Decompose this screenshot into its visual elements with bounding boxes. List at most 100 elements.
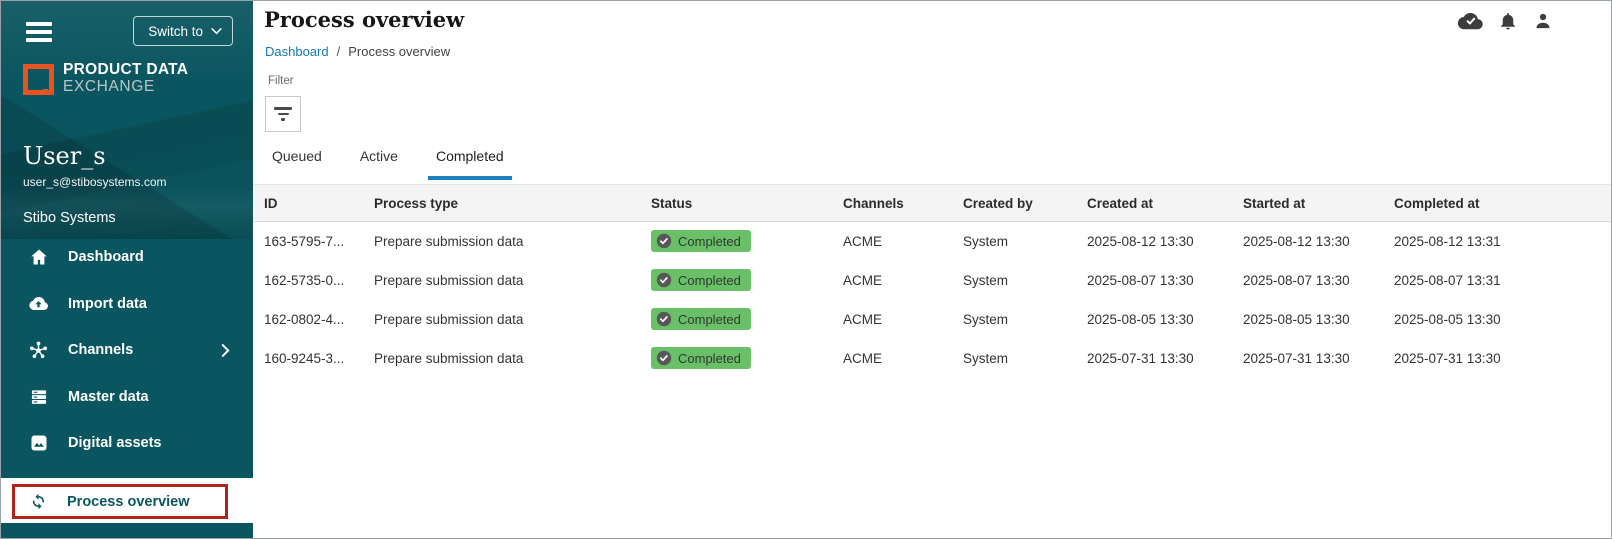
column-header-channels: Channels [832,185,952,222]
chevron-down-icon [211,28,222,35]
cell-created-at: 2025-08-05 13:30 [1076,300,1232,339]
sidebar-bottom-strip [1,523,253,538]
sidebar-item-label: Import data [68,296,147,312]
process-table: ID Process type Status Channels Created … [253,184,1611,378]
sidebar-item-label: Channels [68,342,133,358]
column-header-process-type: Process type [363,185,640,222]
column-header-created-at: Created at [1076,185,1232,222]
breadcrumb-separator: / [337,44,341,59]
user-name: User_s [23,142,167,170]
brand-logo: PRODUCT DATA EXCHANGE [23,61,188,95]
cell-created-at: 2025-08-12 13:30 [1076,222,1232,261]
image-icon [28,433,49,454]
cloud-upload-icon [28,293,49,314]
chevron-right-icon [221,344,230,357]
cell-completed-at: 2025-08-07 13:31 [1383,261,1611,300]
cloud-check-icon[interactable] [1457,10,1483,32]
sidebar-item-label: Master data [68,389,149,405]
hub-icon [28,340,49,361]
cell-started-at: 2025-08-07 13:30 [1232,261,1383,300]
cell-created-by: System [952,222,1076,261]
filter-button[interactable] [265,96,301,132]
switch-to-button[interactable]: Switch to [133,16,233,46]
sidebar-item-digital-assets[interactable]: Digital assets [1,420,253,467]
cell-completed-at: 2025-08-05 13:30 [1383,300,1611,339]
sidebar-item-label: Digital assets [68,435,162,451]
brand-name-line2: EXCHANGE [63,78,188,95]
table-row[interactable]: 162-5735-0... Prepare submission data Co… [253,261,1611,300]
sidebar-item-channels[interactable]: Channels [1,327,253,374]
cell-started-at: 2025-08-12 13:30 [1232,222,1383,261]
column-header-created-by: Created by [952,185,1076,222]
cell-started-at: 2025-07-31 13:30 [1232,339,1383,378]
table-row[interactable]: 160-9245-3... Prepare submission data Co… [253,339,1611,378]
user-email: user_s@stibosystems.com [23,175,167,189]
check-circle-icon [656,233,672,249]
tab-queued[interactable]: Queued [264,148,330,180]
sidebar-item-label: Process overview [67,494,190,510]
sidebar-nav: Dashboard Import data Channels [1,234,253,467]
status-label: Completed [678,312,741,327]
sync-icon [29,492,48,511]
column-header-started-at: Started at [1232,185,1383,222]
status-label: Completed [678,234,741,249]
tab-active[interactable]: Active [352,148,406,180]
cell-started-at: 2025-08-05 13:30 [1232,300,1383,339]
table-row[interactable]: 163-5795-7... Prepare submission data Co… [253,222,1611,261]
breadcrumb-dashboard-link[interactable]: Dashboard [265,44,329,59]
filter-icon [274,107,292,110]
cell-id: 163-5795-7... [253,222,363,261]
page-title: Process overview [264,7,464,32]
sidebar-active-row: Process overview [1,478,253,525]
breadcrumb-current: Process overview [348,44,450,59]
hamburger-menu-icon[interactable] [26,22,52,46]
cell-process-type: Prepare submission data [363,339,640,378]
status-badge: Completed [651,269,751,291]
check-circle-icon [656,350,672,366]
cell-id: 162-5735-0... [253,261,363,300]
status-label: Completed [678,273,741,288]
sidebar-item-import-data[interactable]: Import data [1,281,253,328]
cell-created-by: System [952,300,1076,339]
sidebar-item-process-overview[interactable]: Process overview [12,484,228,519]
header-icons [1457,10,1553,32]
cell-process-type: Prepare submission data [363,222,640,261]
sidebar: Switch to PRODUCT DATA EXCHANGE User_s u… [1,1,253,538]
cell-process-type: Prepare submission data [363,261,640,300]
cell-created-by: System [952,261,1076,300]
check-circle-icon [656,311,672,327]
cell-status: Completed [640,261,832,300]
sidebar-item-master-data[interactable]: Master data [1,374,253,421]
app-window: Switch to PRODUCT DATA EXCHANGE User_s u… [0,0,1612,539]
table-header-row: ID Process type Status Channels Created … [253,185,1611,222]
home-icon [28,247,49,268]
cell-created-by: System [952,339,1076,378]
brand-name-line1: PRODUCT DATA [63,61,188,78]
sidebar-item-label: Dashboard [68,249,144,265]
check-circle-icon [656,272,672,288]
cell-channels: ACME [832,261,952,300]
cell-channels: ACME [832,222,952,261]
cell-status: Completed [640,222,832,261]
sidebar-item-dashboard[interactable]: Dashboard [1,234,253,281]
filter-label: Filter [268,75,294,87]
tab-completed[interactable]: Completed [428,148,512,180]
cell-id: 160-9245-3... [253,339,363,378]
cell-channels: ACME [832,300,952,339]
status-badge: Completed [651,230,751,252]
cell-created-at: 2025-07-31 13:30 [1076,339,1232,378]
user-organization: Stibo Systems [23,210,167,226]
column-header-status: Status [640,185,832,222]
cell-channels: ACME [832,339,952,378]
brand-logo-icon [23,64,54,95]
table-row[interactable]: 162-0802-4... Prepare submission data Co… [253,300,1611,339]
account-person-icon[interactable] [1533,10,1553,32]
cell-process-type: Prepare submission data [363,300,640,339]
tab-bar: Queued Active Completed [264,148,534,180]
cell-completed-at: 2025-08-12 13:31 [1383,222,1611,261]
status-label: Completed [678,351,741,366]
server-icon [28,386,49,407]
notifications-bell-icon[interactable] [1498,10,1518,32]
switch-to-label: Switch to [148,24,203,39]
cell-status: Completed [640,339,832,378]
